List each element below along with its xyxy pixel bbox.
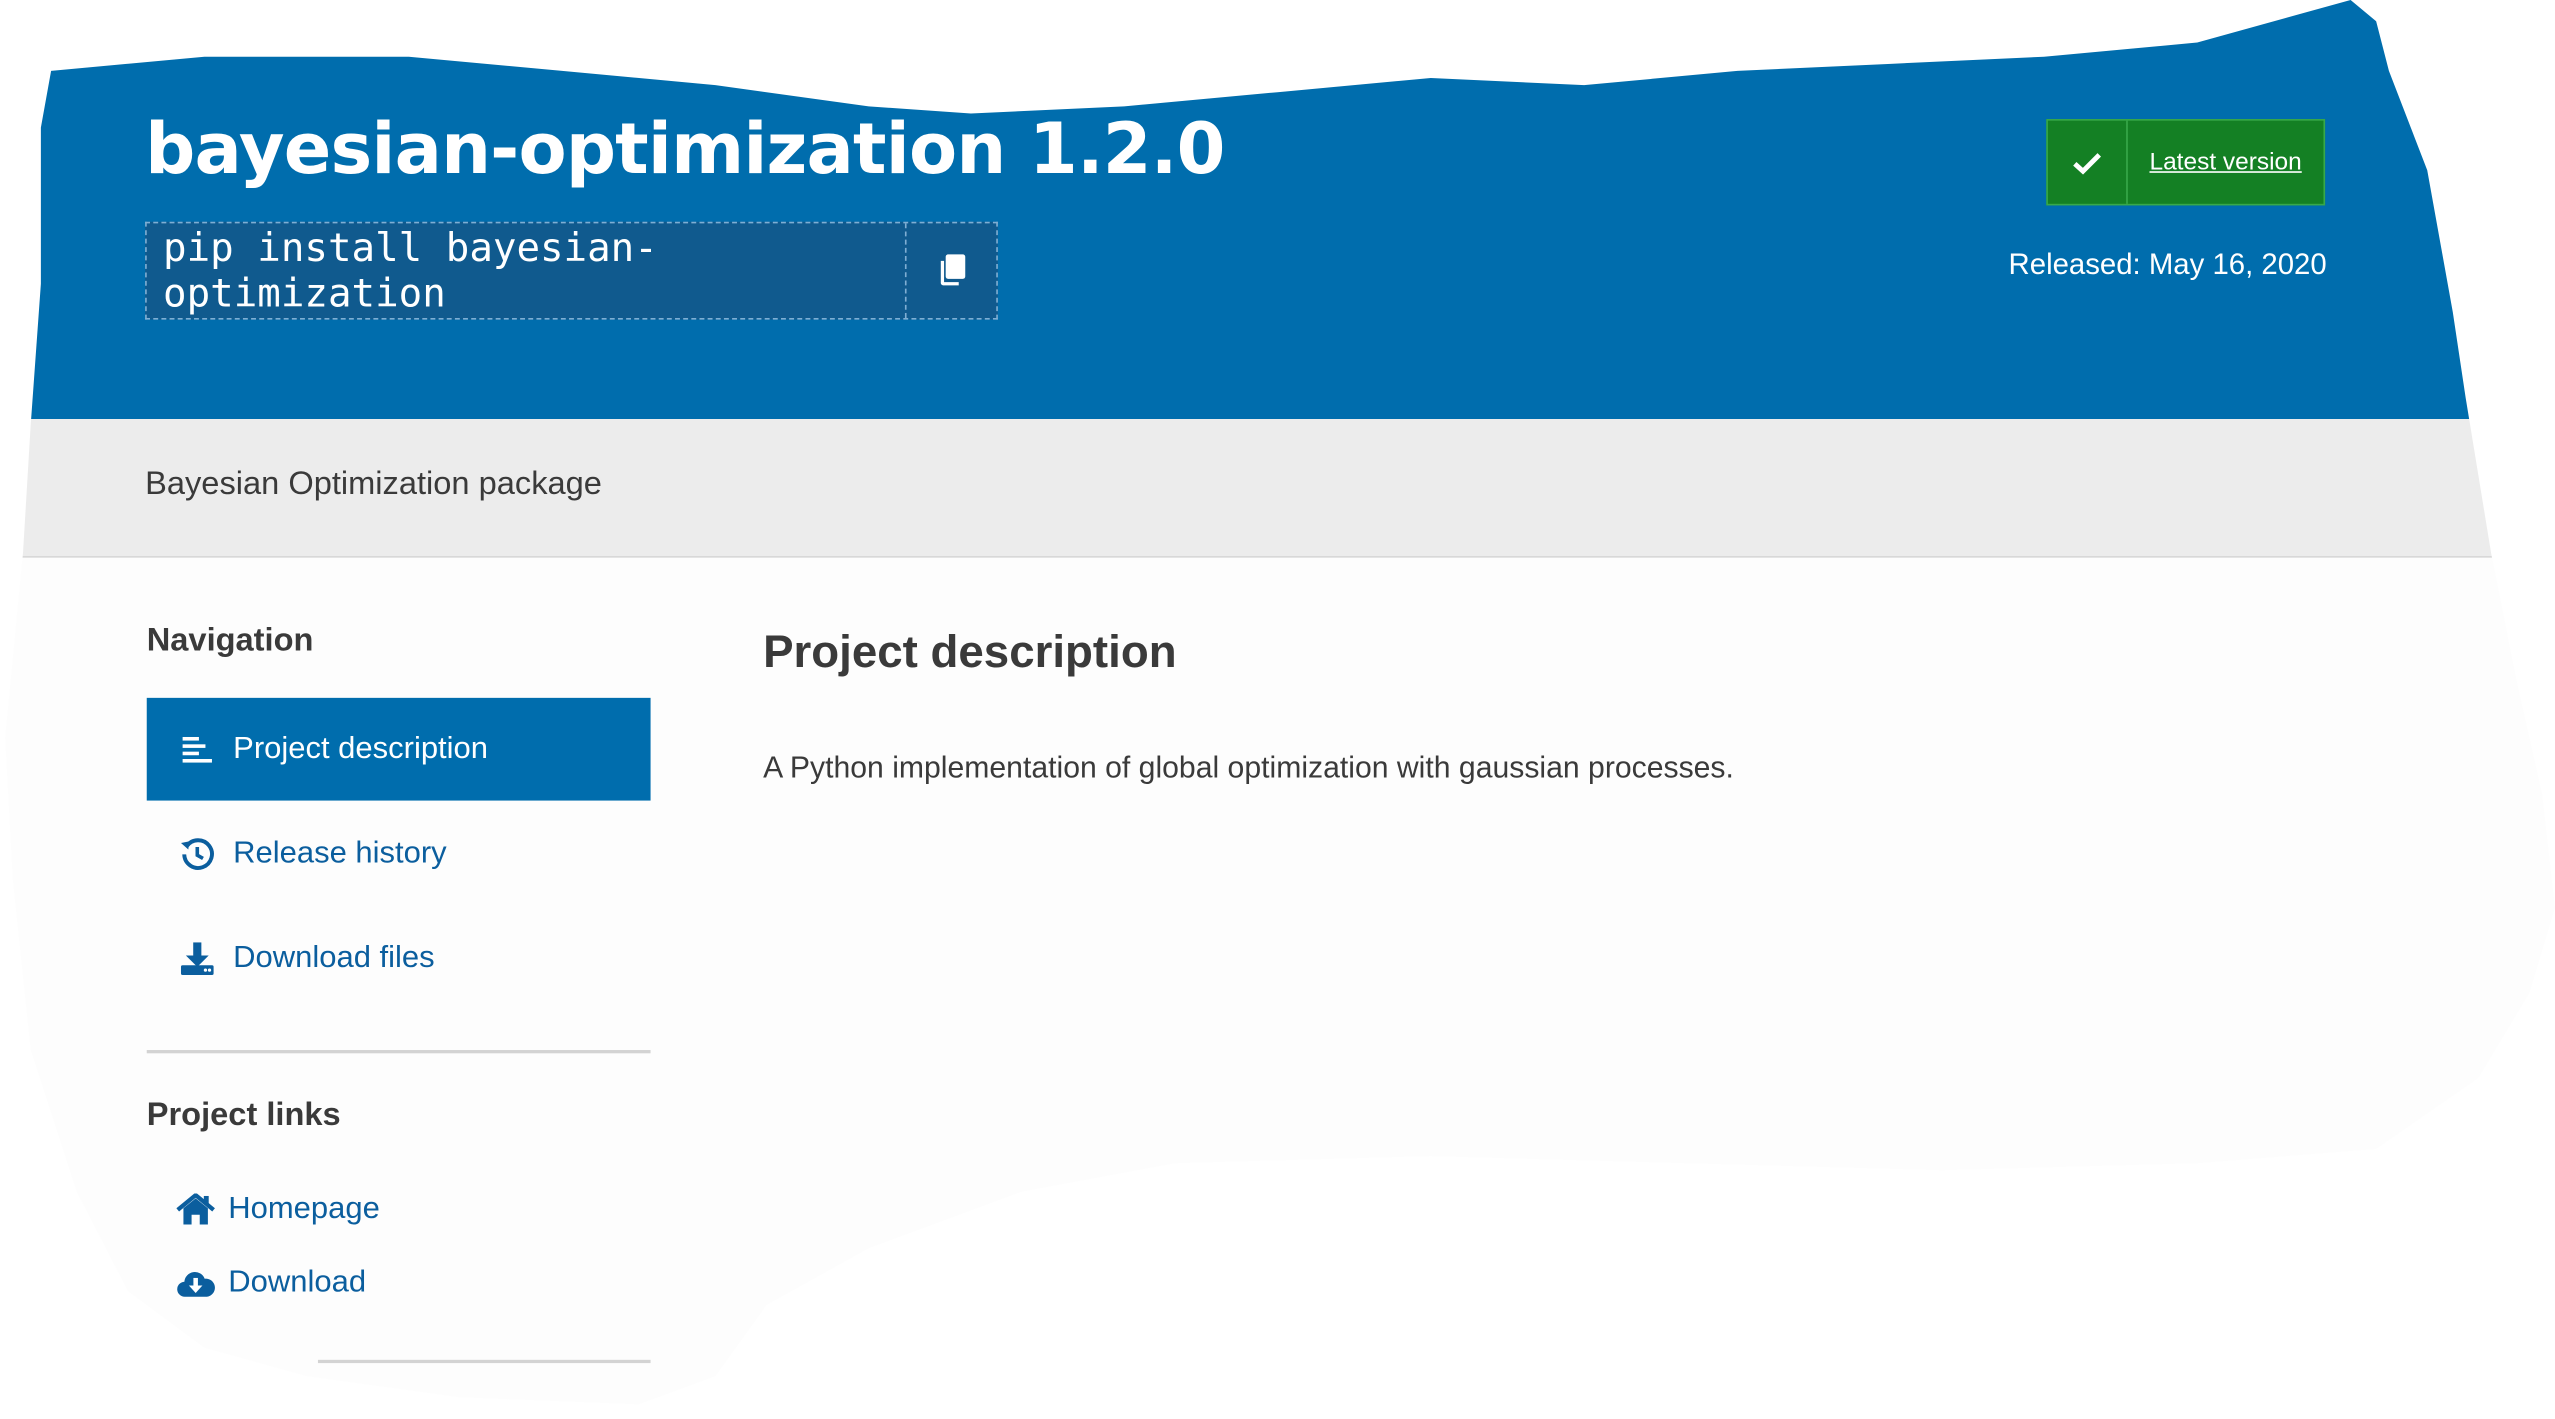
project-link-label: Download <box>228 1265 367 1300</box>
pypi-project-page: bayesian-optimization 1.2.0 pip install … <box>5 0 2555 1413</box>
navigation-heading: Navigation <box>146 622 314 659</box>
nav-item-label: Download files <box>233 939 435 975</box>
project-links-heading: Project links <box>146 1097 341 1134</box>
latest-version-link[interactable]: Latest version <box>2128 121 2324 204</box>
project-description-text: A Python implementation of global optimi… <box>763 750 1734 785</box>
project-description-heading: Project description <box>763 626 1177 677</box>
nav-item-label: Project description <box>233 731 489 766</box>
cloud-download-icon <box>176 1264 215 1303</box>
latest-check <box>2048 120 2128 204</box>
sidebar-divider-bottom <box>317 1359 651 1364</box>
align-left-icon <box>178 730 217 769</box>
nav-item-label: Release history <box>233 835 447 870</box>
download-icon <box>178 938 217 977</box>
latest-version-badge[interactable]: Latest version <box>2046 119 2326 206</box>
home-icon <box>176 1190 215 1229</box>
nav-item-release-history[interactable]: Release history <box>147 802 651 905</box>
pip-command[interactable]: pip install bayesian-optimization <box>147 223 907 318</box>
package-summary: Bayesian Optimization package <box>145 466 602 503</box>
nav-item-project-description[interactable]: Project description <box>146 697 651 801</box>
project-link-label: Homepage <box>228 1191 380 1227</box>
project-link-download[interactable]: Download <box>176 1259 366 1308</box>
project-link-homepage[interactable]: Homepage <box>176 1185 380 1234</box>
page-title: bayesian-optimization 1.2.0 <box>145 109 1225 191</box>
check-icon <box>2073 152 2101 174</box>
history-icon <box>178 834 217 873</box>
release-date: Released: May 16, 2020 <box>2008 247 2327 281</box>
project-header: bayesian-optimization 1.2.0 pip install … <box>5 0 2555 420</box>
sidebar-divider <box>146 1050 651 1054</box>
watermark: https://blog.csdn.net/weixin_43792070 <box>2267 1394 2546 1413</box>
copy-icon <box>939 254 965 286</box>
screenshot-stage: bayesian-optimization 1.2.0 pip install … <box>0 0 2555 1419</box>
copy-button[interactable] <box>907 223 997 318</box>
pip-install-box: pip install bayesian-optimization <box>145 221 998 320</box>
nav-item-download-files[interactable]: Download files <box>147 907 651 1010</box>
